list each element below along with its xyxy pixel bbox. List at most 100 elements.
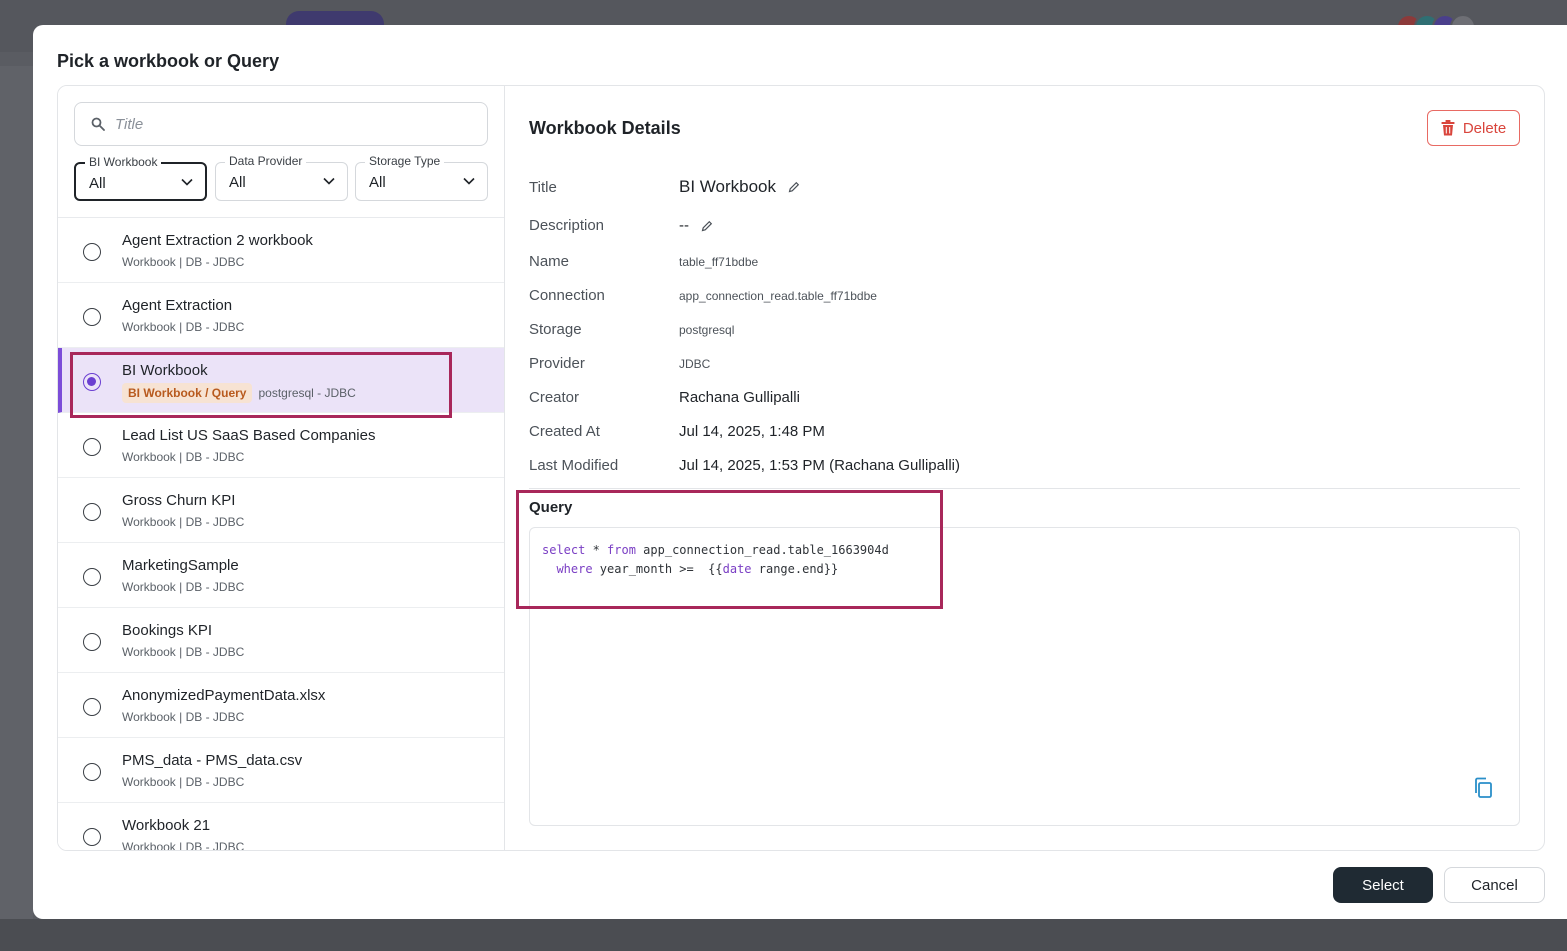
list-item-selected[interactable]: BI Workbook BI Workbook / Query postgres…: [58, 348, 504, 413]
item-subtitle: postgresql - JDBC: [258, 386, 356, 400]
trash-icon: [1441, 120, 1455, 136]
query-label: Query: [529, 499, 573, 516]
list-item[interactable]: Agent Extraction 2 workbook Workbook | D…: [58, 218, 504, 283]
code-keyword: where: [556, 562, 593, 576]
item-title: Agent Extraction 2 workbook: [122, 232, 313, 249]
modal-panel: BI Workbook All Data Provider All Storag…: [57, 85, 1545, 851]
chevron-down-icon: [463, 177, 475, 185]
copy-icon[interactable]: [1473, 777, 1493, 799]
field-label: Description: [529, 217, 605, 234]
field-value: --: [679, 217, 689, 234]
item-subtitle-row: BI Workbook / Query postgresql - JDBC: [122, 383, 356, 403]
list-item[interactable]: Lead List US SaaS Based Companies Workbo…: [58, 413, 504, 478]
chevron-down-icon: [181, 178, 193, 186]
delete-button[interactable]: Delete: [1427, 110, 1520, 146]
item-subtitle: Workbook | DB - JDBC: [122, 840, 245, 850]
filter-label: Storage Type: [365, 154, 445, 168]
delete-label: Delete: [1462, 119, 1507, 137]
field-value: Rachana Gullipalli: [679, 389, 800, 406]
item-title: Workbook 21: [122, 817, 211, 834]
cancel-button[interactable]: Cancel: [1444, 867, 1545, 903]
radio-button-checked[interactable]: [83, 373, 101, 391]
radio-button[interactable]: [83, 503, 101, 521]
item-subtitle: Workbook | DB - JDBC: [122, 320, 245, 334]
field-value: table_ff71bdbe: [679, 255, 759, 269]
code-text: app_connection_read.table_1663904d: [635, 543, 889, 557]
filter-value: All: [369, 174, 386, 191]
code-text: range.end}}: [751, 562, 839, 576]
filter-value: All: [89, 175, 106, 192]
list-item[interactable]: PMS_data - PMS_data.csv Workbook | DB - …: [58, 738, 504, 803]
field-label: Provider: [529, 355, 585, 372]
pencil-icon[interactable]: [701, 220, 713, 232]
filter-bi-workbook[interactable]: BI Workbook All: [74, 155, 207, 201]
search-box[interactable]: [74, 102, 488, 146]
list-item[interactable]: Bookings KPI Workbook | DB - JDBC: [58, 608, 504, 673]
item-subtitle: Workbook | DB - JDBC: [122, 255, 245, 269]
field-value-row: --: [679, 217, 713, 234]
select-button[interactable]: Select: [1333, 867, 1433, 903]
code-keyword: date: [722, 562, 752, 576]
details-heading: Workbook Details: [529, 118, 681, 138]
list-item[interactable]: Agent Extraction Workbook | DB - JDBC: [58, 283, 504, 348]
radio-button[interactable]: [83, 308, 101, 326]
search-icon: [91, 117, 105, 131]
item-subtitle: Workbook | DB - JDBC: [122, 710, 245, 724]
filter-data-provider[interactable]: Data Provider All: [215, 154, 348, 201]
field-value: BI Workbook: [679, 177, 777, 196]
item-subtitle: Workbook | DB - JDBC: [122, 645, 245, 659]
list-item[interactable]: Workbook 21 Workbook | DB - JDBC: [58, 803, 504, 850]
item-subtitle: Workbook | DB - JDBC: [122, 450, 245, 464]
filter-label: Data Provider: [225, 154, 307, 168]
item-title: PMS_data - PMS_data.csv: [122, 752, 303, 769]
field-label: Title: [529, 179, 557, 196]
radio-button[interactable]: [83, 243, 101, 261]
item-title: Lead List US SaaS Based Companies: [122, 427, 376, 444]
query-editor[interactable]: select * from app_connection_read.table_…: [529, 527, 1520, 826]
type-badge: BI Workbook / Query: [122, 383, 253, 403]
radio-button[interactable]: [83, 633, 101, 651]
field-label: Storage: [529, 321, 582, 338]
item-title: Agent Extraction: [122, 297, 233, 314]
radio-button[interactable]: [83, 698, 101, 716]
radio-button[interactable]: [83, 763, 101, 781]
code-text: year_month >= {{: [592, 562, 723, 576]
workbook-list-column: BI Workbook All Data Provider All Storag…: [58, 86, 505, 850]
filter-storage-type[interactable]: Storage Type All: [355, 154, 488, 201]
item-title: Bookings KPI: [122, 622, 213, 639]
radio-button[interactable]: [83, 568, 101, 586]
list-item[interactable]: AnonymizedPaymentData.xlsx Workbook | DB…: [58, 673, 504, 738]
field-value-row: BI Workbook: [679, 177, 800, 197]
radio-button[interactable]: [83, 828, 101, 846]
field-value: Jul 14, 2025, 1:53 PM (Rachana Gullipall…: [679, 457, 960, 474]
list-item[interactable]: Gross Churn KPI Workbook | DB - JDBC: [58, 478, 504, 543]
field-value: app_connection_read.table_ff71bdbe: [679, 289, 877, 303]
item-subtitle: Workbook | DB - JDBC: [122, 515, 245, 529]
field-label: Created At: [529, 423, 600, 440]
pencil-icon[interactable]: [788, 181, 800, 193]
field-label: Name: [529, 253, 570, 270]
field-label: Creator: [529, 389, 580, 406]
divider: [529, 488, 1520, 489]
field-label: Last Modified: [529, 457, 619, 474]
query-code[interactable]: select * from app_connection_read.table_…: [542, 541, 889, 579]
item-subtitle: Workbook | DB - JDBC: [122, 775, 245, 789]
radio-button[interactable]: [83, 438, 101, 456]
item-title: AnonymizedPaymentData.xlsx: [122, 687, 326, 704]
pick-workbook-modal: Pick a workbook or Query BI Workbook All…: [33, 25, 1567, 919]
background-bottom: [0, 919, 1567, 951]
code-keyword: from: [607, 543, 636, 557]
item-title: MarketingSample: [122, 557, 239, 574]
list-item[interactable]: MarketingSample Workbook | DB - JDBC: [58, 543, 504, 608]
item-title: BI Workbook: [122, 362, 208, 379]
filter-label: BI Workbook: [85, 155, 162, 169]
field-value: postgresql: [679, 323, 735, 337]
code-text: *: [585, 543, 608, 557]
workbook-list[interactable]: Agent Extraction 2 workbook Workbook | D…: [58, 217, 504, 850]
filter-value: All: [229, 174, 246, 191]
field-value: Jul 14, 2025, 1:48 PM: [679, 423, 825, 440]
item-title: Gross Churn KPI: [122, 492, 236, 509]
search-input[interactable]: [115, 111, 475, 137]
code-keyword: select: [542, 543, 586, 557]
